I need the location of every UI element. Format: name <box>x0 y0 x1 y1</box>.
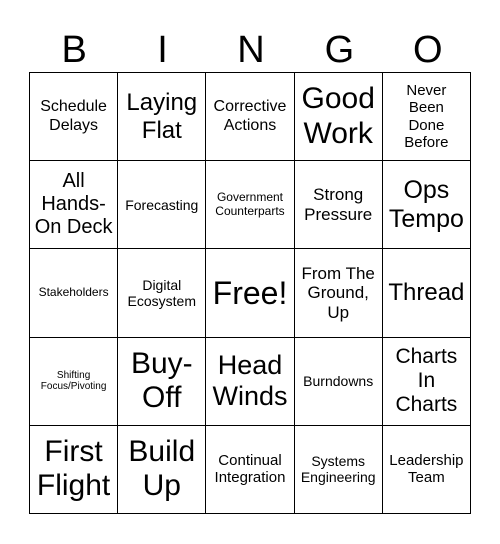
bingo-header: B I N G O <box>30 28 472 72</box>
bingo-cell[interactable]: Schedule Delays <box>30 73 119 162</box>
bingo-cell[interactable]: Head Winds <box>206 337 295 426</box>
bingo-cell[interactable]: Build Up <box>118 425 207 514</box>
bingo-cell[interactable]: Forecasting <box>118 161 207 250</box>
bingo-cell[interactable]: Systems Engineering <box>294 425 383 514</box>
header-letter: N <box>237 29 265 71</box>
bingo-cell[interactable]: Continual Integration <box>206 425 295 514</box>
bingo-cell[interactable]: First Flight <box>30 425 119 514</box>
bingo-cell[interactable]: Leadership Team <box>382 425 471 514</box>
bingo-cell[interactable]: Charts In Charts <box>382 337 471 426</box>
header-letter: I <box>157 29 168 71</box>
bingo-cell[interactable]: Ops Tempo <box>382 161 471 250</box>
bingo-cell[interactable]: Never Been Done Before <box>382 73 471 162</box>
bingo-cell[interactable]: Shifting Focus/Pivoting <box>30 337 119 426</box>
header-letter: B <box>61 29 87 71</box>
bingo-cell[interactable]: Stakeholders <box>30 249 119 338</box>
bingo-cell[interactable]: From The Ground, Up <box>294 249 383 338</box>
bingo-cell[interactable]: Burndowns <box>294 337 383 426</box>
bingo-cell[interactable]: Laying Flat <box>118 73 207 162</box>
bingo-cell[interactable]: Buy- Off <box>118 337 207 426</box>
bingo-cell[interactable]: Good Work <box>294 73 383 162</box>
bingo-cell[interactable]: Government Counterparts <box>206 161 295 250</box>
bingo-cell[interactable]: Thread <box>382 249 471 338</box>
bingo-cell[interactable]: Strong Pressure <box>294 161 383 250</box>
header-letter: O <box>412 29 443 71</box>
bingo-cell[interactable]: Digital Ecosystem <box>118 249 207 338</box>
bingo-cell[interactable]: Free! <box>206 249 295 338</box>
header-letter: G <box>324 29 355 71</box>
bingo-cell[interactable]: All Hands- On Deck <box>30 161 119 250</box>
bingo-grid: Schedule Delays Laying Flat Corrective Act… <box>29 72 471 514</box>
bingo-cell[interactable]: Corrective Actions <box>206 73 295 162</box>
